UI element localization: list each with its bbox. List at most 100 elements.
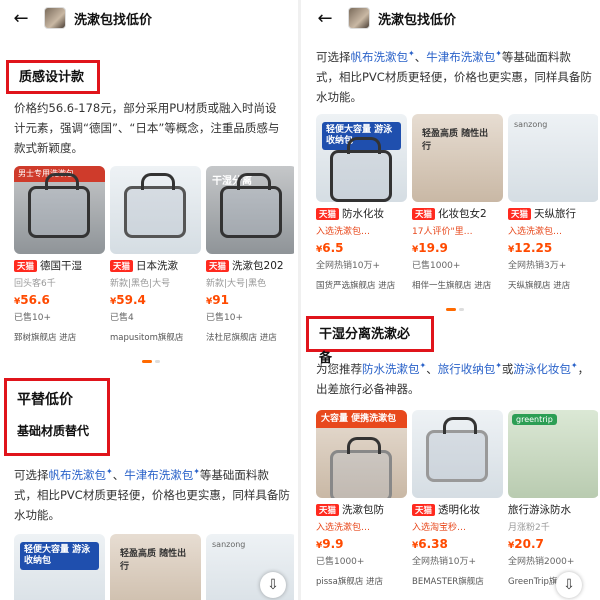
link-oxford-bag[interactable]: 牛津布洗漱包 xyxy=(124,468,193,482)
bag-illustration xyxy=(330,137,392,202)
product-image[interactable] xyxy=(110,166,201,254)
product-subtitle: 入选淘宝秒… xyxy=(412,523,467,533)
sold-count: 已售1000+ xyxy=(412,261,461,271)
product-subtitle: 新款|黑色|大号 xyxy=(110,279,171,289)
product-image[interactable]: 轻盈高质 随性出行 xyxy=(110,534,201,600)
carousel-indicator xyxy=(142,360,160,363)
link-canvas-bag[interactable]: 帆布洗漱包 xyxy=(49,468,107,482)
store-link[interactable]: BEMASTER旗舰店 xyxy=(412,575,503,587)
heading-text: 平替低价 xyxy=(17,392,73,408)
product-image[interactable]: 轻便大容量 游泳收纳包 xyxy=(316,114,407,202)
product-badge: 轻盈高质 随性出行 xyxy=(422,129,489,152)
tmall-tag: 天猫 xyxy=(14,260,38,272)
product-name[interactable]: 旅行游泳防水 xyxy=(508,504,571,516)
link-travel-bag[interactable]: 旅行收纳包 xyxy=(438,362,496,376)
product-name[interactable]: 天纵旅行 xyxy=(534,208,576,220)
sold-count: 全网热销3万+ xyxy=(508,261,567,271)
product-carousel-premium[interactable]: 男士专用洗漱包 天猫 德国干湿 回头客6千 ¥56.6 已售10+ 郅树旗舰店 进… xyxy=(14,166,294,343)
sold-count: 全网热销10万+ xyxy=(316,261,380,271)
bag-illustration xyxy=(124,173,186,238)
intro-text: 可选择帆布洗漱包✦、牛津布洗漱包✦等基础面料款式，相比PVC材质更轻便，价格也更… xyxy=(316,49,592,104)
product-image[interactable]: 大容量 便携洗漱包 xyxy=(316,410,407,498)
carousel-indicator xyxy=(446,308,464,311)
store-link[interactable]: 相伴一生旗舰店 进店 xyxy=(412,279,503,291)
top-bar: ← 洗漱包找低价 xyxy=(306,0,598,36)
product-name[interactable]: 透明化妆 xyxy=(438,504,480,516)
arrow-left-icon[interactable]: ← xyxy=(10,7,32,29)
tmall-tag: 天猫 xyxy=(508,208,532,220)
product-card[interactable]: sanzong 天猫 天纵旅行 入选洗漱包… ¥12.25 全网热销3万+ 天纵旗… xyxy=(508,114,598,291)
product-name[interactable]: 化妆包女2 xyxy=(438,208,487,220)
product-subtitle: 回头客6千 xyxy=(14,279,56,289)
product-card[interactable]: 轻便大容量 游泳收纳包 xyxy=(14,534,105,600)
section-description-budget: 可选择帆布洗漱包✦、牛津布洗漱包✦等基础面料款式，相比PVC材质更轻便，价格也更… xyxy=(14,467,290,522)
tmall-tag: 天猫 xyxy=(316,504,340,516)
product-card[interactable]: 干湿分离 天猫 洗漱包202 新款|大号|黑色 ¥91 已售10+ 法杜尼旗舰店 … xyxy=(206,166,294,343)
sold-count: 全网热销2000+ xyxy=(508,557,575,567)
product-subtitle: 入选洗漱包… xyxy=(316,227,371,237)
product-card[interactable]: 天猫 透明化妆 入选淘宝秒… ¥6.38 全网热销10万+ BEMASTER旗舰店 xyxy=(412,410,503,587)
product-card[interactable]: 大容量 便携洗漱包 天猫 洗漱包防 入选洗漱包… ¥9.9 已售1000+ pis… xyxy=(316,410,407,587)
product-subtitle: 月涨粉2千 xyxy=(508,523,550,533)
store-link[interactable]: pissa旗舰店 进店 xyxy=(316,575,407,587)
bag-illustration xyxy=(28,173,90,238)
product-price: ¥20.7 xyxy=(508,537,544,551)
product-image[interactable]: sanzong xyxy=(508,114,598,202)
product-name[interactable]: 洗漱包202 xyxy=(232,260,284,272)
product-carousel-budget[interactable]: 轻便大容量 游泳收纳包 轻盈高质 随性出行 sanzong xyxy=(14,534,294,600)
product-price: ¥19.9 xyxy=(412,241,448,255)
store-link[interactable]: GreenTrip旗舰店 xyxy=(508,575,598,587)
store-link[interactable]: 天纵旗舰店 进店 xyxy=(508,279,598,291)
bag-illustration xyxy=(426,417,488,482)
product-subtitle: 17人评价"里… xyxy=(412,227,473,237)
product-image[interactable]: greentrip xyxy=(508,410,598,498)
top-bar: ← 洗漱包找低价 xyxy=(2,0,294,36)
product-image[interactable]: 轻便大容量 游泳收纳包 xyxy=(14,534,105,600)
product-name[interactable]: 日本洗漱 xyxy=(136,260,178,272)
product-thumbnail xyxy=(44,7,66,29)
link-waterproof-bag[interactable]: 防水洗漱包 xyxy=(362,362,420,376)
link-swim-bag[interactable]: 游泳化妆包 xyxy=(513,362,571,376)
download-icon[interactable]: ⇩ xyxy=(260,572,286,598)
product-card[interactable]: 天猫 日本洗漱 新款|黑色|大号 ¥59.4 已售4 mapusitom旗舰店 xyxy=(110,166,201,343)
product-card[interactable]: 轻盈高质 随性出行 xyxy=(110,534,201,600)
divider xyxy=(298,0,301,600)
product-image[interactable]: 轻盈高质 随性出行 xyxy=(412,114,503,202)
section-description-wet-dry: 为您推荐防水洗漱包✦、旅行收纳包✦或游泳化妆包✦，出差旅行必备神器。 xyxy=(316,361,590,396)
sold-count: 已售1000+ xyxy=(316,557,365,567)
sold-count: 全网热销10万+ xyxy=(412,557,476,567)
product-price: ¥6.5 xyxy=(316,241,344,255)
product-price: ¥12.25 xyxy=(508,241,553,255)
product-price: ¥6.38 xyxy=(412,537,448,551)
tmall-tag: 天猫 xyxy=(316,208,340,220)
product-banner: sanzong xyxy=(212,540,246,549)
product-name[interactable]: 洗漱包防 xyxy=(342,504,384,516)
download-icon[interactable]: ⇩ xyxy=(556,572,582,598)
link-canvas-bag[interactable]: 帆布洗漱包 xyxy=(351,50,409,64)
product-card[interactable]: 轻便大容量 游泳收纳包 天猫 防水化妆 入选洗漱包… ¥6.5 全网热销10万+ … xyxy=(316,114,407,291)
store-link[interactable]: mapusitom旗舰店 xyxy=(110,331,201,343)
product-card[interactable]: 男士专用洗漱包 天猫 德国干湿 回头客6千 ¥56.6 已售10+ 郅树旗舰店 进… xyxy=(14,166,105,343)
section-heading-premium: 质感设计款 xyxy=(6,60,100,94)
product-image[interactable] xyxy=(412,410,503,498)
product-card[interactable]: 轻盈高质 随性出行 天猫 化妆包女2 17人评价"里… ¥19.9 已售1000+… xyxy=(412,114,503,291)
product-carousel-wet-dry[interactable]: 大容量 便携洗漱包 天猫 洗漱包防 入选洗漱包… ¥9.9 已售1000+ pis… xyxy=(316,410,598,587)
link-oxford-bag[interactable]: 牛津布洗漱包 xyxy=(426,50,495,64)
bag-illustration xyxy=(220,173,282,238)
product-image[interactable]: 男士专用洗漱包 xyxy=(14,166,105,254)
tmall-tag: 天猫 xyxy=(412,504,436,516)
product-subtitle: 新款|大号|黑色 xyxy=(206,279,267,289)
page-title: 洗漱包找低价 xyxy=(378,12,457,28)
arrow-left-icon[interactable]: ← xyxy=(314,7,336,29)
product-card[interactable]: greentrip 旅行游泳防水 月涨粉2千 ¥20.7 全网热销2000+ G… xyxy=(508,410,598,587)
store-link[interactable]: 国货严选旗舰店 进店 xyxy=(316,279,407,291)
product-name[interactable]: 防水化妆 xyxy=(342,208,384,220)
sold-count: 已售10+ xyxy=(206,313,243,323)
tmall-tag: 天猫 xyxy=(412,208,436,220)
store-link[interactable]: 郅树旗舰店 进店 xyxy=(14,331,105,343)
product-price: ¥56.6 xyxy=(14,293,50,307)
store-link[interactable]: 法杜尼旗舰店 进店 xyxy=(206,331,294,343)
product-image[interactable]: 干湿分离 xyxy=(206,166,294,254)
product-carousel-lightweight[interactable]: 轻便大容量 游泳收纳包 天猫 防水化妆 入选洗漱包… ¥6.5 全网热销10万+ … xyxy=(316,114,598,291)
product-name[interactable]: 德国干湿 xyxy=(40,260,82,272)
